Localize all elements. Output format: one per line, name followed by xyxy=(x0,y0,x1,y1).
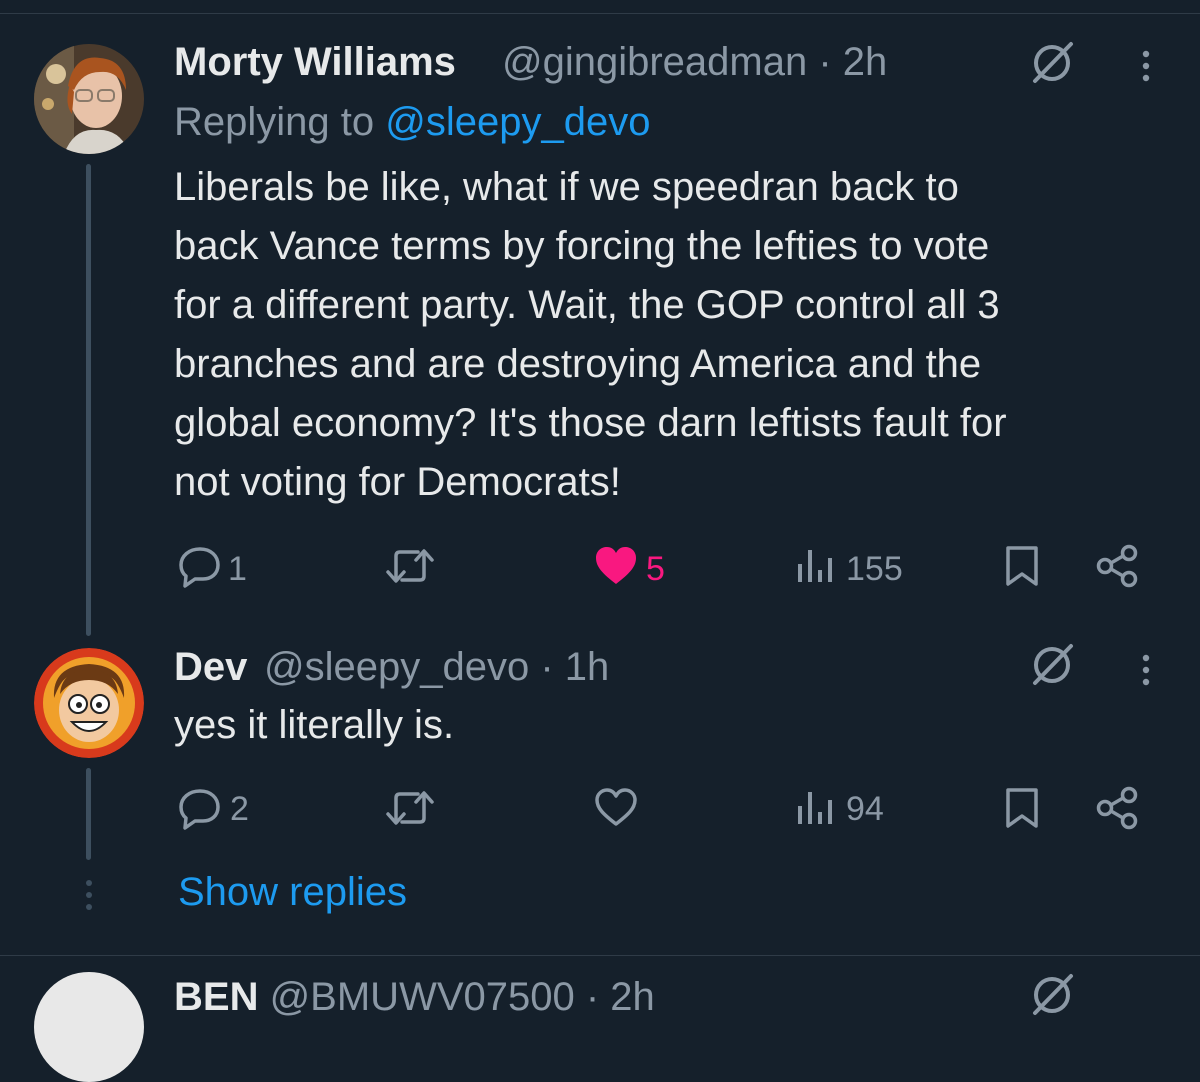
bottom-divider xyxy=(0,955,1200,956)
like-icon[interactable] xyxy=(594,788,638,828)
share-icon[interactable] xyxy=(1096,544,1140,588)
bookmark-icon[interactable] xyxy=(1002,544,1042,588)
grok-icon[interactable] xyxy=(1027,640,1077,690)
retweet-icon[interactable] xyxy=(384,788,436,828)
reply-icon[interactable] xyxy=(178,544,224,588)
grok-icon[interactable] xyxy=(1027,970,1077,1020)
next-tweet-header: BEN @BMUWV07500 · 2h xyxy=(174,975,655,1020)
thread-line xyxy=(86,768,91,860)
reply-count: 2 xyxy=(230,790,249,828)
retweet-icon[interactable] xyxy=(384,546,436,586)
bookmark-icon[interactable] xyxy=(1002,786,1042,830)
author-handle-time[interactable]: @sleepy_devo · 1h xyxy=(264,645,609,690)
next-tweet-handle[interactable]: @BMUWV07500 · 2h xyxy=(270,975,655,1019)
view-count: 94 xyxy=(846,790,884,828)
top-divider xyxy=(0,13,1200,14)
more-options-icon[interactable] xyxy=(1136,48,1156,84)
thread-line xyxy=(86,164,91,636)
replying-to: Replying to @sleepy_devo xyxy=(174,100,650,145)
view-count: 155 xyxy=(846,550,903,588)
replying-prefix: Replying to xyxy=(174,100,386,144)
like-count: 5 xyxy=(646,550,665,588)
views-icon[interactable] xyxy=(796,546,834,584)
share-icon[interactable] xyxy=(1096,786,1140,830)
reply-count: 1 xyxy=(228,550,247,588)
more-options-icon[interactable] xyxy=(1136,652,1156,688)
like-filled-icon[interactable] xyxy=(594,546,638,586)
show-replies-link[interactable]: Show replies xyxy=(178,870,407,915)
thread-dots-icon xyxy=(86,880,92,910)
reply-icon[interactable] xyxy=(178,786,224,830)
author-handle-time[interactable]: @gingibreadman · 2h xyxy=(502,40,887,85)
next-tweet-name[interactable]: BEN xyxy=(174,975,258,1019)
avatar-morty-williams[interactable] xyxy=(34,44,144,154)
avatar-dev[interactable] xyxy=(34,648,144,758)
replying-handle-link[interactable]: @sleepy_devo xyxy=(385,100,650,144)
views-icon[interactable] xyxy=(796,788,834,826)
avatar-next-tweet[interactable] xyxy=(34,972,144,1082)
grok-icon[interactable] xyxy=(1027,38,1077,88)
author-name[interactable]: Morty Williams xyxy=(174,40,456,85)
tweet-text: Liberals be like, what if we speedran ba… xyxy=(174,165,1007,504)
tweet-text: yes it literally is. xyxy=(174,703,455,747)
author-name[interactable]: Dev xyxy=(174,645,247,690)
